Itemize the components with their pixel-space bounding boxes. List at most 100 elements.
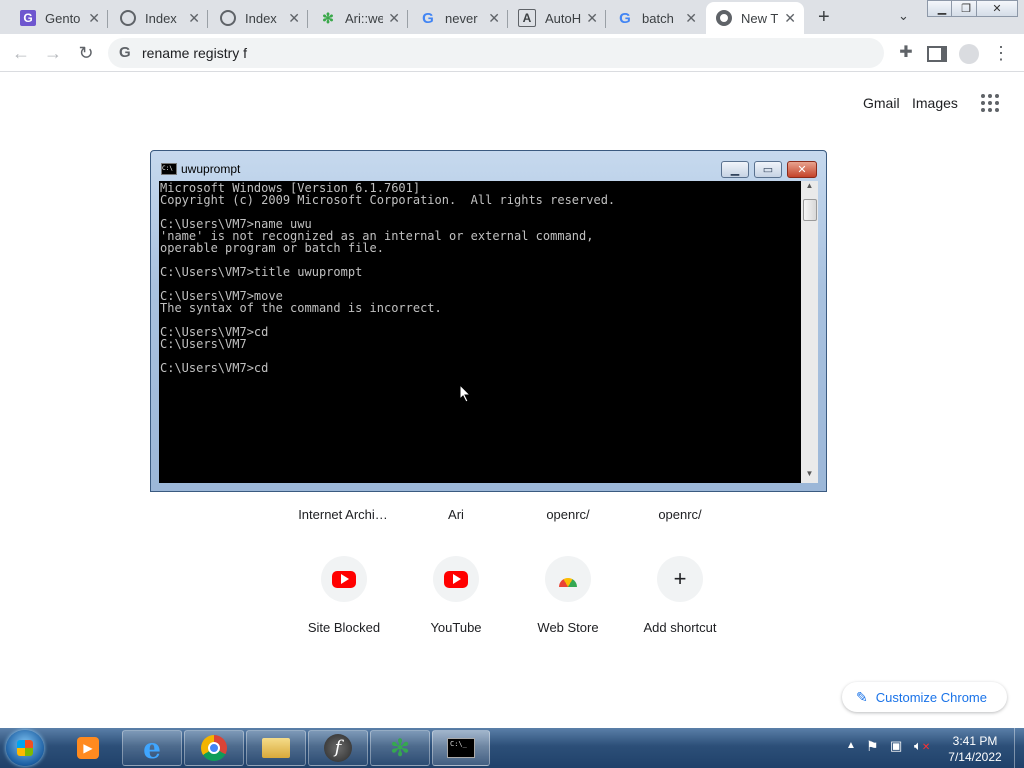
new-tab-plus-icon[interactable]: +	[818, 6, 830, 29]
action-center-flag-icon[interactable]: ⚑	[866, 738, 879, 755]
console-title: uwuprompt	[181, 162, 241, 176]
apps-grid-icon[interactable]	[981, 94, 999, 112]
browser-toolbar: ← → ↻ G rename registry f ✚ ⋮	[0, 34, 1024, 72]
network-icon[interactable]: ▣	[890, 738, 902, 754]
images-link[interactable]: Images	[912, 95, 958, 111]
tab-index-2[interactable]: Index ✕	[210, 2, 308, 34]
console-close-button[interactable]: ✕	[787, 161, 817, 178]
shortcut-label: Web Store	[537, 620, 599, 635]
media-player-icon[interactable]: ▶	[62, 730, 114, 766]
scroll-up-arrow-icon[interactable]: ▲	[801, 181, 818, 195]
tab-index-1[interactable]: Index ✕	[110, 2, 208, 34]
console-output-area[interactable]: Microsoft Windows [Version 6.1.7601] Cop…	[159, 181, 801, 483]
reload-icon[interactable]: ↻	[75, 42, 97, 64]
tab-separator	[407, 10, 408, 28]
close-window-button[interactable]: ✕	[976, 0, 1018, 17]
flash-icon[interactable]: f	[308, 730, 368, 766]
shortcut-openrc-1[interactable]: openrc/	[513, 507, 623, 522]
customize-chrome-button[interactable]: ✎ Customize Chrome	[842, 682, 1007, 712]
close-icon[interactable]: ✕	[388, 10, 400, 26]
tab-autohotkey[interactable]: A AutoH ✕	[508, 2, 606, 34]
menu-kebab-icon[interactable]: ⋮	[990, 42, 1012, 64]
tab-title: batch	[642, 10, 674, 26]
internet-explorer-icon[interactable]: e	[122, 730, 182, 766]
close-icon[interactable]: ✕	[288, 10, 300, 26]
console-titlebar[interactable]: C:\ uwuprompt ▁ ▭ ✕	[151, 151, 826, 181]
globe-icon	[220, 10, 236, 26]
add-shortcut-button[interactable]: + Add shortcut	[625, 556, 735, 635]
tab-search-chevron-icon[interactable]: ⌄	[898, 8, 909, 24]
start-orb-icon[interactable]	[6, 730, 44, 766]
close-icon[interactable]: ✕	[88, 10, 100, 26]
extensions-puzzle-icon[interactable]: ✚	[895, 42, 917, 64]
puzzle-icon: ✻	[322, 9, 334, 26]
gmail-link[interactable]: Gmail	[863, 95, 900, 111]
shortcut-label: YouTube	[430, 620, 482, 635]
tab-strip: G Gento ✕ Index ✕ Index ✕ ✻ Ari::we ✕ G …	[0, 0, 1024, 34]
system-clock[interactable]: 3:41 PM 7/14/2022	[940, 733, 1010, 765]
close-icon[interactable]: ✕	[784, 10, 796, 26]
customize-label: Customize Chrome	[875, 689, 987, 705]
pencil-icon: ✎	[856, 688, 868, 705]
globe-icon	[120, 10, 136, 26]
clock-time: 3:41 PM	[952, 734, 998, 748]
scroll-thumb[interactable]	[803, 199, 817, 221]
close-icon[interactable]: ✕	[188, 10, 200, 26]
gentoo-icon: G	[20, 10, 36, 26]
console-maximize-button[interactable]: ▭	[754, 161, 782, 178]
plus-icon: +	[657, 556, 703, 602]
scroll-down-arrow-icon[interactable]: ▼	[801, 469, 818, 483]
google-icon: G	[619, 9, 631, 27]
console-window[interactable]: C:\ uwuprompt ▁ ▭ ✕ Microsoft Windows [V…	[150, 150, 827, 492]
shortcut-label: Site Blocked	[307, 620, 381, 635]
tab-title: Gento	[45, 10, 81, 26]
side-panel-icon[interactable]	[926, 42, 948, 64]
file-explorer-icon[interactable]	[246, 730, 306, 766]
puzzle-app-icon[interactable]: ✻	[370, 730, 430, 766]
address-bar[interactable]: G rename registry f	[108, 38, 884, 68]
volume-muted-icon[interactable]: 🔈︎✕	[914, 738, 930, 754]
profile-avatar-icon[interactable]	[958, 42, 980, 65]
tab-never[interactable]: G never ✕	[410, 2, 508, 34]
tab-ari[interactable]: ✻ Ari::we ✕	[310, 2, 408, 34]
clock-date: 7/14/2022	[948, 750, 1002, 764]
show-desktop-button[interactable]	[1014, 728, 1024, 768]
tab-separator	[107, 10, 108, 28]
shortcut-ari[interactable]: Ari	[401, 507, 511, 522]
chrome-icon	[716, 10, 732, 26]
back-arrow-icon[interactable]: ←	[10, 42, 32, 64]
youtube-icon	[321, 556, 367, 602]
tab-separator	[207, 10, 208, 28]
shortcut-label: Add shortcut	[643, 620, 717, 635]
chrome-icon[interactable]	[184, 730, 244, 766]
tab-new-tab[interactable]: New T ✕	[706, 2, 804, 34]
tab-title: Index	[145, 10, 177, 26]
shortcut-internet-archive[interactable]: Internet Archi…	[288, 507, 398, 522]
cmd-icon[interactable]: C:\_	[432, 730, 490, 766]
tab-title: New T	[741, 10, 779, 26]
tab-separator	[605, 10, 606, 28]
tab-title: Ari::we	[345, 10, 383, 26]
tab-separator	[307, 10, 308, 28]
tab-title: Index	[245, 10, 277, 26]
autohotkey-icon: A	[518, 9, 536, 27]
forward-arrow-icon[interactable]: →	[42, 42, 64, 64]
console-text: Microsoft Windows [Version 6.1.7601] Cop…	[160, 181, 616, 375]
show-hidden-icons-chevron-icon[interactable]: ▲	[846, 740, 856, 751]
tab-batch[interactable]: G batch ✕	[607, 2, 705, 34]
close-icon[interactable]: ✕	[685, 10, 697, 26]
shortcut-site-blocked[interactable]: Site Blocked	[289, 556, 399, 635]
address-text: rename registry f	[142, 45, 248, 61]
windows-taskbar: ▶ e f ✻ C:\_ ▲ ⚑ ▣ 🔈︎✕ 3:41 PM 7/14/2022	[0, 728, 1024, 768]
console-scrollbar[interactable]: ▲ ▼	[801, 181, 818, 483]
tab-gentoo[interactable]: G Gento ✕	[10, 2, 108, 34]
shortcut-openrc-2[interactable]: openrc/	[625, 507, 735, 522]
shortcut-youtube[interactable]: YouTube	[401, 556, 511, 635]
mouse-cursor-icon	[459, 384, 472, 403]
google-icon: G	[119, 44, 131, 61]
console-minimize-button[interactable]: ▁	[721, 161, 749, 178]
tab-title: AutoH	[545, 10, 582, 26]
close-icon[interactable]: ✕	[488, 10, 500, 26]
close-icon[interactable]: ✕	[586, 10, 598, 26]
shortcut-web-store[interactable]: Web Store	[513, 556, 623, 635]
